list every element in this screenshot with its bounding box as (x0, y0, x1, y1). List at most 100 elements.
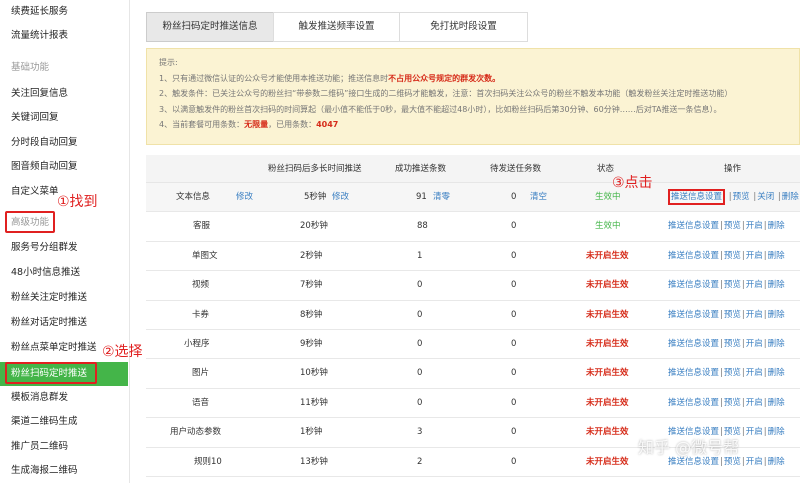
row-delay: 8秒钟 (300, 309, 323, 320)
table-row: 单图文 2秒钟 1 0 未开启生效 推送信息设置|预览|开启|删除 (146, 242, 800, 272)
push-settings-link[interactable]: 推送信息设置 (668, 368, 719, 378)
row-delay: 7秒钟 (300, 280, 323, 291)
edit-delay-link[interactable]: 修改 (332, 183, 349, 212)
delete-link[interactable]: 删除 (768, 280, 785, 290)
open-link[interactable]: 开启 (746, 398, 763, 408)
close-link[interactable]: 关闭 (757, 192, 774, 202)
sidebar-item-10[interactable]: 48小时信息推送 (0, 261, 128, 285)
header-delay: 粉丝扫码后多长时间推送 (268, 164, 362, 174)
preview-link[interactable]: 预览 (724, 398, 741, 408)
preview-link[interactable]: 预览 (724, 280, 741, 290)
tab-scan-push-info[interactable]: 粉丝扫码定时推送信息 (146, 12, 274, 42)
row-success: 0 (417, 338, 423, 349)
sidebar-item-12[interactable]: 粉丝对话定时推送 (0, 311, 128, 335)
open-link[interactable]: 开启 (746, 310, 763, 320)
row-type: 图片 (192, 368, 210, 379)
sidebar-item-1[interactable]: 流量统计报表 (0, 24, 128, 48)
delete-link[interactable]: 删除 (768, 368, 785, 378)
row-success: 0 (417, 309, 423, 320)
push-settings-link[interactable]: 推送信息设置 (668, 189, 726, 205)
header-ops: 操作 (724, 164, 742, 174)
row-type: 卡券 (192, 309, 210, 320)
open-link[interactable]: 开启 (746, 221, 763, 231)
open-link[interactable]: 开启 (746, 368, 763, 378)
tab-do-not-disturb[interactable]: 免打扰时段设置 (399, 12, 528, 42)
table-row: 客服 20秒钟 88 0 生效中 推送信息设置|预览|开启|删除 (146, 212, 800, 242)
sidebar-item-9[interactable]: 服务号分组群发 (0, 236, 128, 260)
preview-link[interactable]: 预览 (733, 192, 750, 202)
row-delay: 20秒钟 (300, 221, 328, 232)
row-ops: 推送信息设置|预览|开启|删除 (668, 309, 785, 320)
row-pending: 0 (511, 456, 517, 467)
row-ops: 推送信息设置 |预览 |关闭 |删除 (668, 183, 799, 212)
row-status: 未开启生效 (586, 280, 629, 291)
preview-link[interactable]: 预览 (724, 221, 741, 231)
delete-link[interactable]: 删除 (782, 192, 799, 202)
push-settings-link[interactable]: 推送信息设置 (668, 310, 719, 320)
sidebar-item-16[interactable]: 渠道二维码生成 (0, 410, 128, 434)
push-settings-link[interactable]: 推送信息设置 (668, 221, 719, 231)
push-settings-link[interactable]: 推送信息设置 (668, 251, 719, 261)
tab-bar: 粉丝扫码定时推送信息 触发推送频率设置 免打扰时段设置 (146, 12, 528, 42)
clear-success-link[interactable]: 清零 (433, 183, 450, 212)
delete-link[interactable]: 删除 (768, 251, 785, 261)
edit-type-link[interactable]: 修改 (236, 183, 253, 212)
notice-line-3: 3、以满意触发件的粉丝首次扫码的时间算起（最小值不能低于0秒，最大值不能超过48… (159, 104, 722, 114)
delete-link[interactable]: 删除 (768, 221, 785, 231)
header-success: 成功推送条数 (395, 164, 447, 174)
annotation-find: ①找到 (57, 194, 98, 210)
tab-trigger-frequency[interactable]: 触发推送频率设置 (273, 12, 400, 42)
table-row: 文本信息 修改 5秒钟 修改 91 清零 0 清空 生效中 推送信息设置 |预览… (146, 183, 800, 213)
delete-link[interactable]: 删除 (768, 310, 785, 320)
delete-link[interactable]: 删除 (768, 427, 785, 437)
row-status: 未开启生效 (586, 309, 629, 320)
row-status: 未开启生效 (586, 397, 629, 408)
delete-link[interactable]: 删除 (768, 398, 785, 408)
push-settings-link[interactable]: 推送信息设置 (668, 339, 719, 349)
preview-link[interactable]: 预览 (724, 368, 741, 378)
row-success: 88 (417, 221, 428, 232)
open-link[interactable]: 开启 (746, 427, 763, 437)
open-link[interactable]: 开启 (746, 339, 763, 349)
row-ops: 推送信息设置|预览|开启|删除 (668, 338, 785, 349)
open-link[interactable]: 开启 (746, 457, 763, 467)
clear-pending-link[interactable]: 清空 (530, 183, 547, 212)
push-settings-link[interactable]: 推送信息设置 (668, 398, 719, 408)
row-pending: 0 (511, 280, 517, 291)
row-status: 未开启生效 (586, 250, 629, 261)
preview-link[interactable]: 预览 (724, 251, 741, 261)
delete-link[interactable]: 删除 (768, 457, 785, 467)
sidebar-item-15[interactable]: 模板消息群发 (0, 386, 128, 410)
sidebar-item-3[interactable]: 关注回复信息 (0, 82, 128, 106)
open-link[interactable]: 开启 (746, 251, 763, 261)
sidebar-item-17[interactable]: 推广员二维码 (0, 435, 128, 459)
watermark: 知乎 @微号帮 (638, 438, 740, 457)
preview-link[interactable]: 预览 (724, 310, 741, 320)
row-success: 0 (417, 368, 423, 379)
row-pending: 0 (511, 192, 517, 202)
delete-link[interactable]: 删除 (768, 339, 785, 349)
sidebar-section-2: 基础功能 (11, 62, 50, 73)
row-success: 2 (417, 456, 423, 467)
table-row: 视频 7秒钟 0 0 未开启生效 推送信息设置|预览|开启|删除 (146, 271, 800, 301)
row-delay: 2秒钟 (300, 250, 323, 261)
preview-link[interactable]: 预览 (724, 457, 741, 467)
row-ops: 推送信息设置|预览|开启|删除 (668, 368, 785, 379)
highlight-advanced-section (5, 211, 55, 233)
push-settings-link[interactable]: 推送信息设置 (668, 457, 719, 467)
open-link[interactable]: 开启 (746, 280, 763, 290)
sidebar-item-11[interactable]: 粉丝关注定时推送 (0, 286, 128, 310)
row-type: 规则10 (194, 456, 222, 467)
row-delay: 10秒钟 (300, 368, 328, 379)
sidebar-item-5[interactable]: 分时段自动回复 (0, 131, 128, 155)
sidebar-item-0[interactable]: 续费延长服务 (0, 0, 128, 24)
preview-link[interactable]: 预览 (724, 339, 741, 349)
row-ops: 推送信息设置|预览|开启|删除 (668, 397, 785, 408)
sidebar-item-4[interactable]: 关键词回复 (0, 106, 128, 130)
push-settings-link[interactable]: 推送信息设置 (668, 280, 719, 290)
sidebar-item-6[interactable]: 图音频自动回复 (0, 155, 128, 179)
notice-title: 提示: (159, 58, 178, 67)
table-header: 粉丝扫码后多长时间推送 成功推送条数 待发送任务数 状态 操作 (146, 155, 800, 183)
row-pending: 0 (511, 397, 517, 408)
sidebar-item-18[interactable]: 生成海报二维码 (0, 459, 128, 483)
